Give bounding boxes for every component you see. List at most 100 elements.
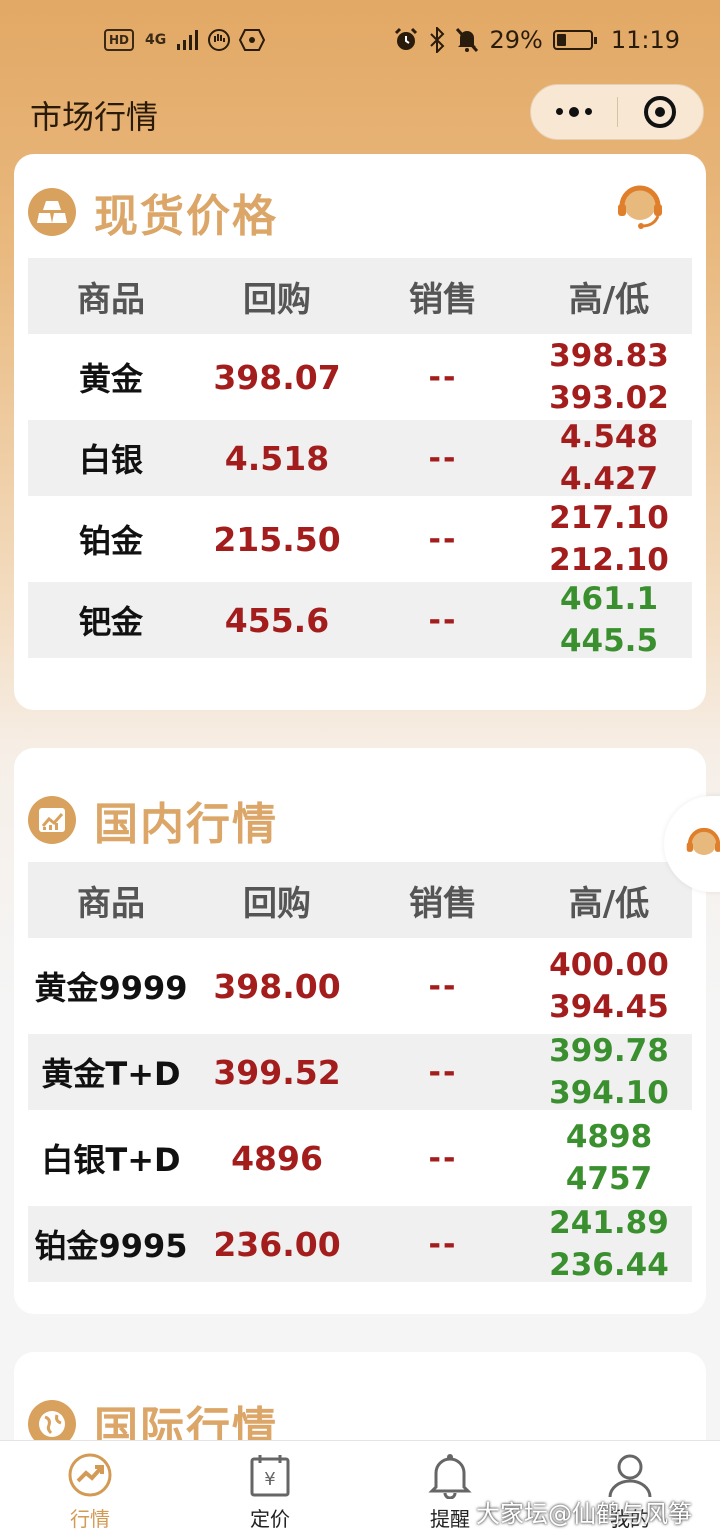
table-header-row: 商品 回购 销售 高/低 bbox=[28, 862, 692, 938]
high-low: 241.89 236.44 bbox=[526, 1202, 692, 1286]
table-row[interactable]: 铂金 215.50 -- 217.10 212.10 bbox=[28, 496, 692, 582]
hand-icon bbox=[208, 29, 231, 51]
buyback-price: 4896 bbox=[231, 1138, 323, 1178]
col-product: 商品 bbox=[77, 883, 145, 924]
table-row[interactable]: 铂金9995 236.00 -- 241.89 236.44 bbox=[28, 1205, 692, 1283]
col-product: 商品 bbox=[77, 279, 145, 320]
col-buyback: 回购 bbox=[243, 279, 311, 320]
watermark: 大家坛@仙鹤与风筝 bbox=[476, 1500, 692, 1528]
tab-label: 行情 bbox=[70, 1507, 110, 1531]
spot-table: 商品 回购 销售 高/低 黄金 398.07 -- 398.83 393.02 白… bbox=[28, 258, 692, 659]
table-row[interactable]: 黄金9999 398.00 -- 400.00 394.45 bbox=[28, 938, 692, 1034]
buyback-price: 215.50 bbox=[213, 519, 341, 559]
high-price: 217.10 bbox=[549, 500, 669, 536]
product-name: 钯金 bbox=[78, 603, 143, 641]
low-price: 394.45 bbox=[549, 989, 669, 1025]
product-name: 黄金9999 bbox=[34, 969, 188, 1007]
high-price: 241.89 bbox=[549, 1205, 669, 1241]
col-sale: 销售 bbox=[409, 883, 477, 924]
buyback-price: 399.52 bbox=[213, 1052, 341, 1092]
buyback-price: 4.518 bbox=[224, 438, 330, 478]
high-price: 400.00 bbox=[549, 947, 669, 983]
domestic-title: 国内行情 bbox=[94, 799, 278, 850]
product-name: 铂金9995 bbox=[34, 1227, 188, 1265]
bell-icon bbox=[428, 1454, 472, 1499]
high-low: 398.83 393.02 bbox=[526, 335, 692, 419]
trend-chart-icon bbox=[68, 1453, 112, 1497]
domestic-table: 商品 回购 销售 高/低 黄金9999 398.00 -- 400.00 394.… bbox=[28, 862, 692, 1283]
low-price: 4.427 bbox=[559, 461, 659, 497]
product-name: 白银 bbox=[78, 441, 143, 479]
calendar-yen-icon: ¥ bbox=[250, 1455, 290, 1497]
high-price: 461.1 bbox=[559, 581, 659, 617]
customer-service-icon[interactable] bbox=[612, 178, 668, 238]
battery-icon bbox=[552, 30, 597, 50]
product-name: 白银T+D bbox=[41, 1141, 181, 1179]
high-price: 398.83 bbox=[549, 338, 669, 374]
high-low: 217.10 212.10 bbox=[526, 497, 692, 581]
person-icon bbox=[608, 1454, 652, 1498]
sale-price: -- bbox=[428, 440, 458, 476]
alarm-icon bbox=[395, 27, 418, 50]
dot-icon bbox=[555, 107, 563, 115]
spot-price-card: 现货价格 商品 回购 销售 高/低 黄金 398.07 -- 398.83 393… bbox=[14, 154, 706, 710]
svg-text:¥: ¥ bbox=[264, 1469, 275, 1490]
table-row[interactable]: 黄金 398.07 -- 398.83 393.02 bbox=[28, 334, 692, 420]
buyback-price: 455.6 bbox=[224, 600, 330, 640]
buyback-price: 398.00 bbox=[213, 966, 341, 1006]
low-price: 394.10 bbox=[549, 1075, 669, 1111]
high-low: 399.78 394.10 bbox=[526, 1030, 692, 1114]
product-name: 黄金 bbox=[78, 360, 143, 398]
signal-icon bbox=[177, 30, 199, 50]
tab-label: 定价 bbox=[250, 1507, 290, 1531]
chart-icon bbox=[28, 796, 76, 844]
miniprogram-capsule bbox=[530, 84, 704, 140]
low-price: 4757 bbox=[565, 1161, 653, 1197]
sale-price: -- bbox=[428, 602, 458, 638]
clock: 11:19 bbox=[610, 26, 680, 54]
battery-percent: 29% bbox=[489, 26, 543, 54]
mute-bell-icon bbox=[456, 27, 479, 53]
sale-price: -- bbox=[428, 968, 458, 1004]
vpn-icon bbox=[239, 29, 266, 51]
high-low: 4.548 4.427 bbox=[526, 416, 692, 500]
sale-price: -- bbox=[428, 1054, 458, 1090]
tab-market[interactable]: 行情 bbox=[0, 1441, 180, 1540]
battery-level bbox=[556, 34, 567, 46]
table-row[interactable]: 钯金 455.6 -- 461.1 445.5 bbox=[28, 581, 692, 659]
bluetooth-icon bbox=[430, 27, 445, 53]
buyback-price: 236.00 bbox=[213, 1224, 341, 1264]
high-price: 4898 bbox=[565, 1119, 653, 1155]
table-row[interactable]: 黄金T+D 399.52 -- 399.78 394.10 bbox=[28, 1033, 692, 1111]
col-buyback: 回购 bbox=[243, 883, 311, 924]
headset-icon bbox=[686, 827, 720, 855]
network-badge: 4G bbox=[145, 32, 167, 48]
tab-pricing[interactable]: ¥ 定价 bbox=[180, 1441, 360, 1540]
sale-price: -- bbox=[428, 1226, 458, 1262]
tab-label: 提醒 bbox=[430, 1507, 470, 1531]
close-button[interactable] bbox=[618, 96, 704, 128]
table-header-row: 商品 回购 销售 高/低 bbox=[28, 258, 692, 334]
table-row[interactable]: 白银T+D 4896 -- 4898 4757 bbox=[28, 1110, 692, 1206]
col-high-low: 高/低 bbox=[568, 883, 650, 924]
sale-price: -- bbox=[428, 359, 458, 395]
high-price: 4.548 bbox=[559, 419, 659, 455]
gold-bars-icon bbox=[28, 188, 76, 236]
spot-title: 现货价格 bbox=[94, 191, 278, 242]
more-button[interactable] bbox=[531, 106, 617, 117]
table-row[interactable]: 白银 4.518 -- 4.548 4.427 bbox=[28, 419, 692, 497]
hd-badge: HD bbox=[104, 29, 135, 51]
domestic-header: 国内行情 bbox=[28, 788, 278, 852]
high-low: 4898 4757 bbox=[526, 1116, 692, 1200]
low-price: 393.02 bbox=[549, 380, 669, 416]
product-name: 黄金T+D bbox=[41, 1055, 181, 1093]
high-low: 400.00 394.45 bbox=[526, 944, 692, 1028]
dot-icon bbox=[584, 107, 592, 115]
low-price: 236.44 bbox=[549, 1247, 669, 1283]
sale-price: -- bbox=[428, 1140, 458, 1176]
high-low: 461.1 445.5 bbox=[526, 578, 692, 662]
status-right: 29% 11:19 bbox=[393, 26, 680, 54]
high-price: 399.78 bbox=[549, 1033, 669, 1069]
spot-header: 现货价格 bbox=[28, 180, 278, 244]
domestic-market-card: 国内行情 商品 回购 销售 高/低 黄金9999 398.00 -- 400.0… bbox=[14, 748, 706, 1314]
